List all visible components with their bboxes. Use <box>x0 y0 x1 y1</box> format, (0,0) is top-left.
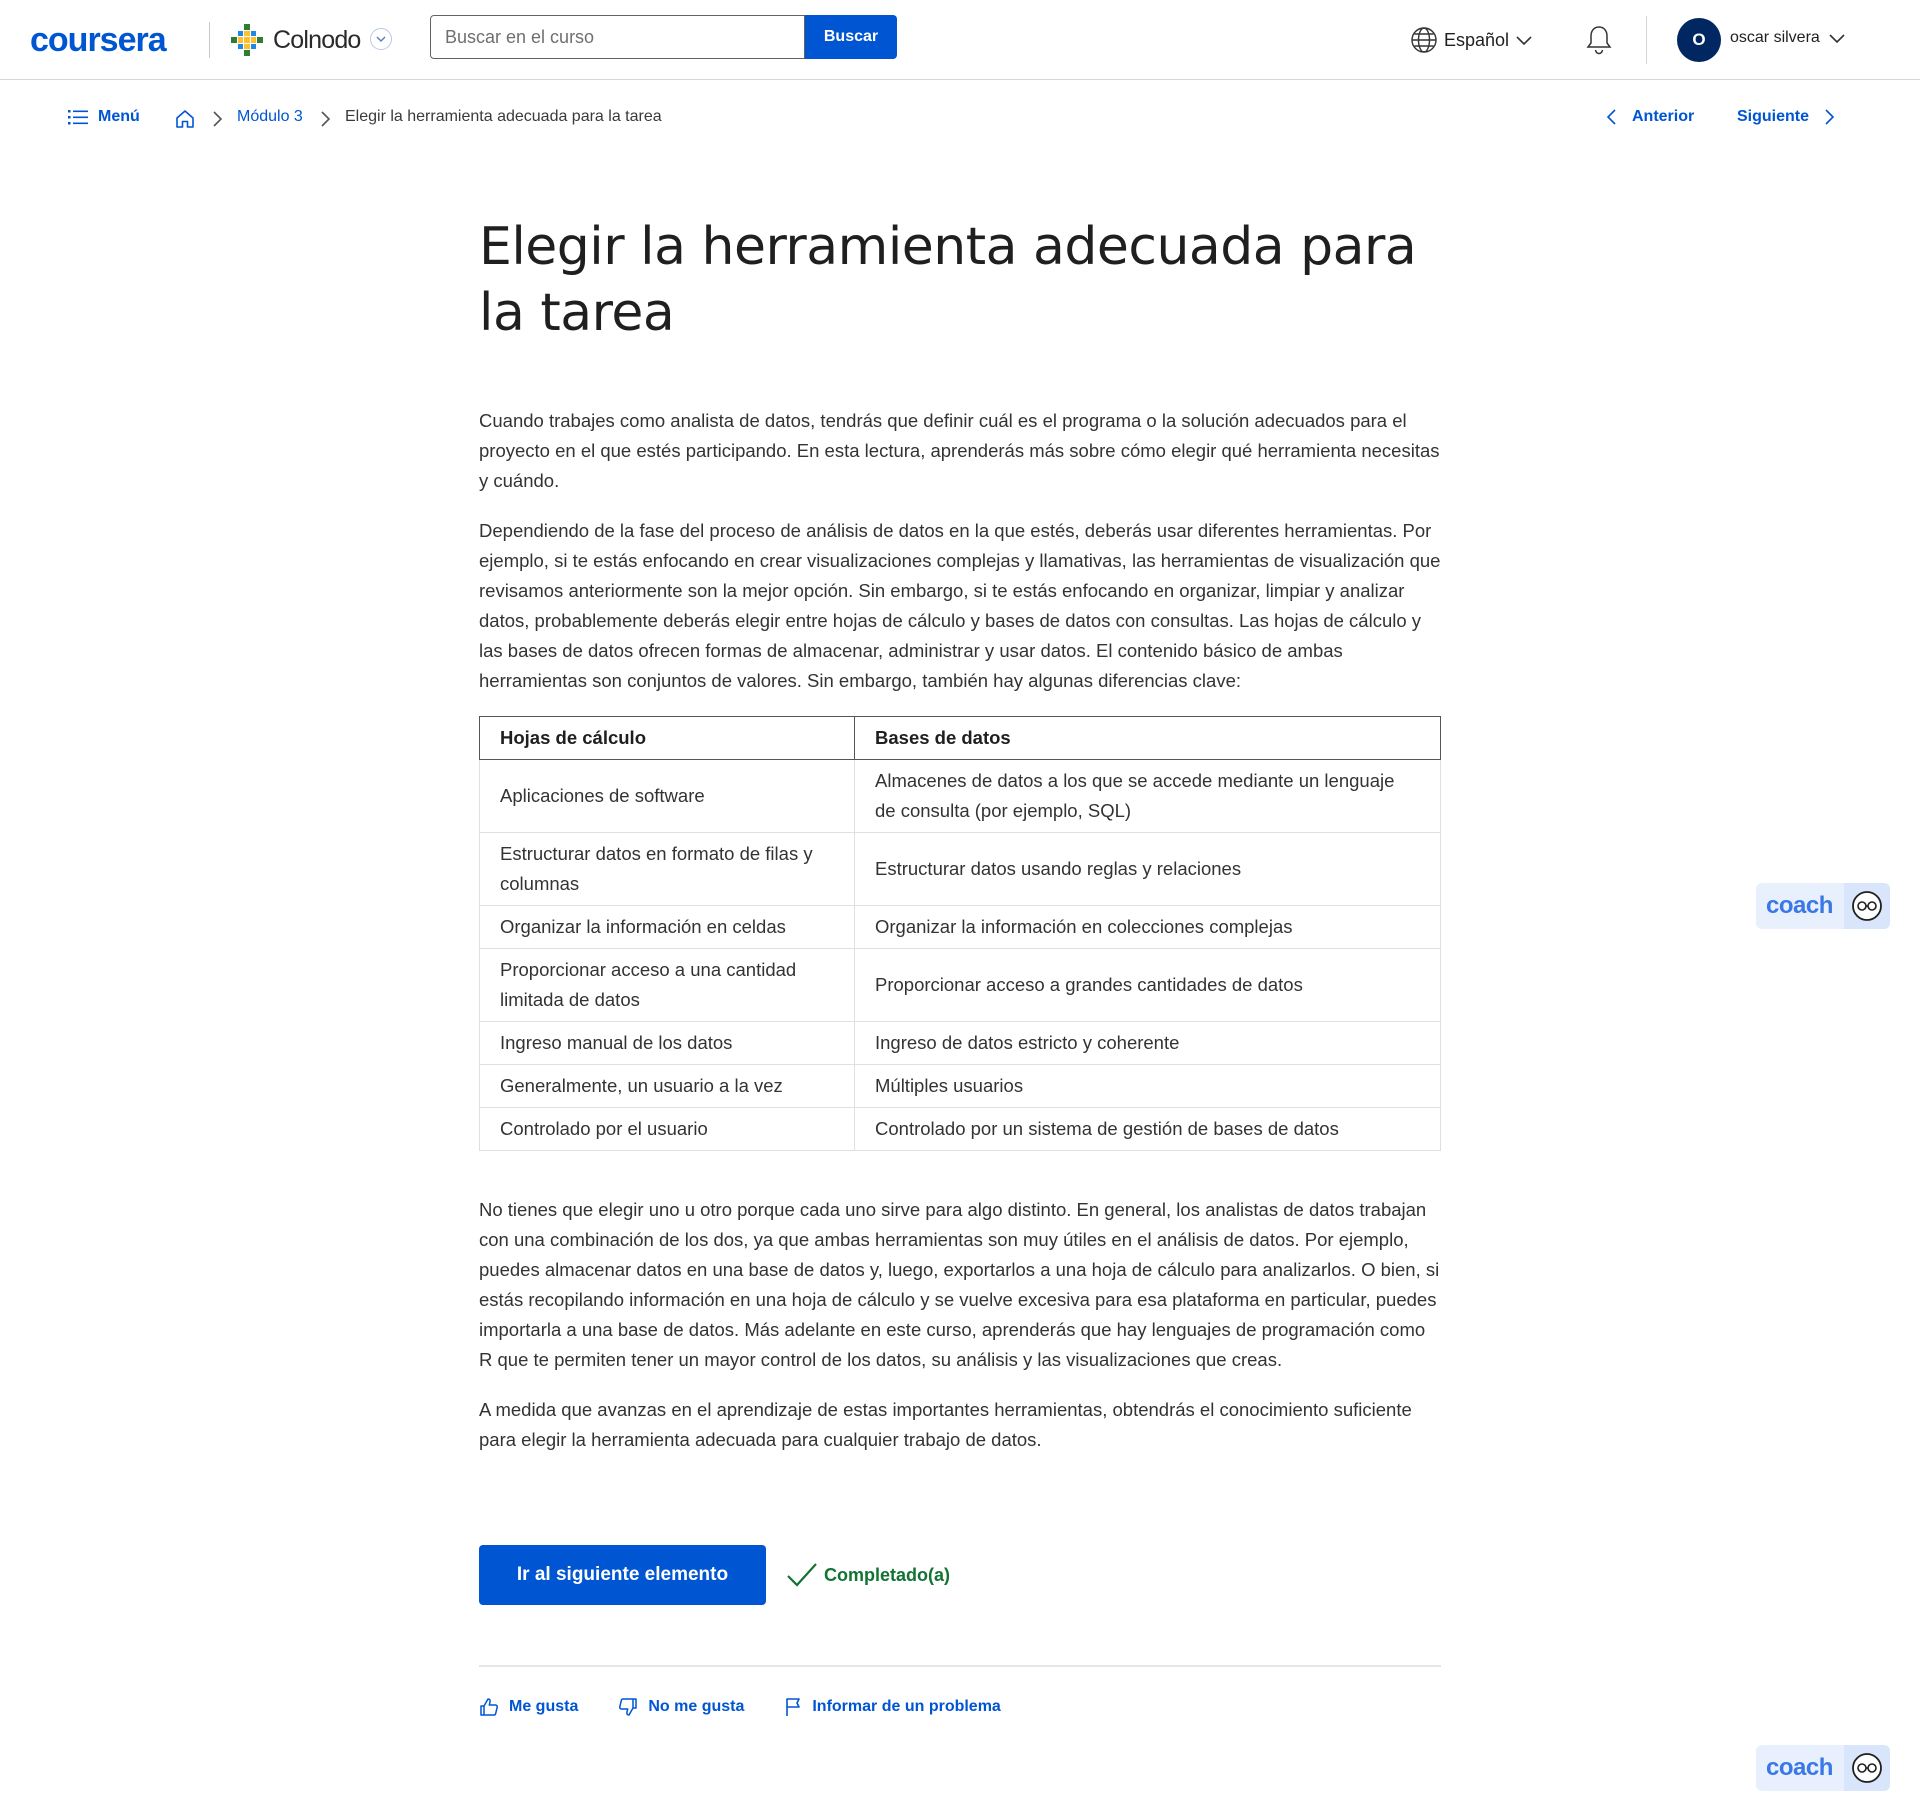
notifications-button[interactable] <box>1584 24 1614 61</box>
coursera-logo[interactable]: coursera <box>30 20 167 60</box>
chevron-down-icon <box>1516 36 1532 46</box>
previous-button[interactable]: Anterior <box>1606 108 1694 126</box>
dislike-label: No me gusta <box>648 1698 745 1715</box>
thumbs-up-icon <box>480 1698 499 1716</box>
chevron-left-icon <box>1606 109 1616 125</box>
table-cell: Organizar la información en colecciones … <box>854 905 1441 949</box>
coach-glasses-icon <box>1844 1745 1890 1791</box>
chevron-right-icon <box>1825 109 1835 125</box>
bell-icon <box>1586 26 1612 55</box>
previous-label: Anterior <box>1632 108 1695 125</box>
table-header-row: Hojas de cálculo Bases de datos <box>479 716 1441 760</box>
table-row: Organizar la información en celdas Organ… <box>479 905 1441 949</box>
coach-label: coach <box>1766 1754 1833 1781</box>
table-row: Ingreso manual de los datos Ingreso de d… <box>479 1021 1441 1065</box>
table-cell: Generalmente, un usuario a la vez <box>479 1064 855 1108</box>
report-problem-button[interactable]: Informar de un problema <box>784 1697 1001 1717</box>
table-cell: Almacenes de datos a los que se accede m… <box>854 759 1441 833</box>
header-divider <box>1646 16 1647 64</box>
breadcrumb: Menú Módulo 3 Elegir la herramienta adec… <box>0 82 1920 154</box>
comparison-table: Hojas de cálculo Bases de datos Aplicaci… <box>479 716 1441 1151</box>
flag-icon <box>786 1698 801 1716</box>
table-header-cell: Hojas de cálculo <box>479 716 855 760</box>
coach-button[interactable]: coach <box>1756 1745 1890 1791</box>
next-label: Siguiente <box>1737 108 1810 125</box>
table-cell: Estructurar datos usando reglas y relaci… <box>854 832 1441 906</box>
chevron-down-icon <box>1829 34 1845 44</box>
table-row: Controlado por el usuario Controlado por… <box>479 1107 1441 1151</box>
partner-name: Colnodo <box>273 25 361 54</box>
checkmark-icon <box>787 1563 817 1587</box>
table-cell: Estructurar datos en formato de filas y … <box>479 832 855 906</box>
table-cell: Ingreso de datos estricto y coherente <box>854 1021 1441 1065</box>
table-cell: Múltiples usuarios <box>854 1064 1441 1108</box>
closing-paragraph: A medida que avanzas en el aprendizaje d… <box>479 1399 1412 1450</box>
globe-icon <box>1411 27 1437 53</box>
completed-label: Completado(a) <box>824 1564 950 1585</box>
search-input[interactable] <box>430 15 805 59</box>
go-to-next-item-button[interactable]: Ir al siguiente elemento <box>479 1545 766 1605</box>
table-cell: Aplicaciones de software <box>479 759 855 833</box>
dislike-button[interactable]: No me gusta <box>618 1697 744 1717</box>
table-cell: Controlado por un sistema de gestión de … <box>854 1107 1441 1151</box>
user-avatar[interactable]: O <box>1677 18 1721 62</box>
table-row: Aplicaciones de software Almacenes de da… <box>479 759 1441 833</box>
colnodo-logo-icon <box>231 24 263 56</box>
page-title: Elegir la herramienta adecuada para la t… <box>479 217 1417 343</box>
menu-button[interactable]: Menú <box>68 108 140 126</box>
table-row: Proporcionar acceso a una cantidad limit… <box>479 948 1441 1022</box>
divider <box>479 1665 1441 1667</box>
table-row: Generalmente, un usuario a la vez Múltip… <box>479 1064 1441 1108</box>
home-icon <box>176 110 194 128</box>
language-label: Español <box>1444 29 1510 50</box>
closing-paragraph: No tienes que elegir uno u otro porque c… <box>479 1199 1440 1370</box>
breadcrumb-module-link[interactable]: Módulo 3 <box>237 108 303 126</box>
report-problem-label: Informar de un problema <box>812 1698 1001 1715</box>
search-button[interactable]: Buscar <box>805 15 897 59</box>
language-selector[interactable]: Español <box>1410 26 1533 54</box>
list-icon <box>68 110 88 125</box>
intro-paragraph: Dependiendo de la fase del proceso de an… <box>479 520 1441 691</box>
reading-content: Elegir la herramienta adecuada para la t… <box>479 214 1441 1717</box>
top-header: coursera Colnodo Buscar en el curso Busc… <box>0 0 1920 80</box>
item-actions: Ir al siguiente elemento Completado(a) <box>479 1545 1441 1605</box>
coach-button[interactable]: coach <box>1756 883 1890 929</box>
intro-paragraph: Cuando trabajes como analista de datos, … <box>479 410 1440 491</box>
completed-status: Completado(a) <box>786 1561 950 1589</box>
user-name: oscar silvera <box>1730 29 1820 46</box>
thumbs-down-icon <box>619 1698 638 1716</box>
header-divider <box>209 22 210 58</box>
coach-label: coach <box>1766 892 1833 919</box>
menu-label: Menú <box>98 108 140 125</box>
user-menu[interactable]: oscar silvera <box>1730 29 1846 47</box>
table-cell: Organizar la información en celdas <box>479 905 855 949</box>
next-button[interactable]: Siguiente <box>1737 108 1835 126</box>
table-cell: Controlado por el usuario <box>479 1107 855 1151</box>
table-cell: Proporcionar acceso a grandes cantidades… <box>854 948 1441 1022</box>
like-label: Me gusta <box>509 1698 579 1715</box>
partner-menu-button[interactable] <box>370 28 392 50</box>
chevron-right-icon <box>321 111 331 127</box>
table-cell: Ingreso manual de los datos <box>479 1021 855 1065</box>
table-cell: Proporcionar acceso a una cantidad limit… <box>479 948 855 1022</box>
breadcrumb-current: Elegir la herramienta adecuada para la t… <box>345 108 662 125</box>
table-header-cell: Bases de datos <box>854 716 1441 760</box>
home-link[interactable] <box>174 108 196 135</box>
partner-logo[interactable]: Colnodo <box>229 20 361 60</box>
like-button[interactable]: Me gusta <box>479 1697 578 1717</box>
chevron-right-icon <box>213 111 223 127</box>
feedback-bar: Me gusta No me gusta Informar de un prob… <box>479 1697 1441 1717</box>
table-row: Estructurar datos en formato de filas y … <box>479 832 1441 906</box>
chevron-down-icon <box>376 36 386 43</box>
coach-glasses-icon <box>1844 883 1890 929</box>
